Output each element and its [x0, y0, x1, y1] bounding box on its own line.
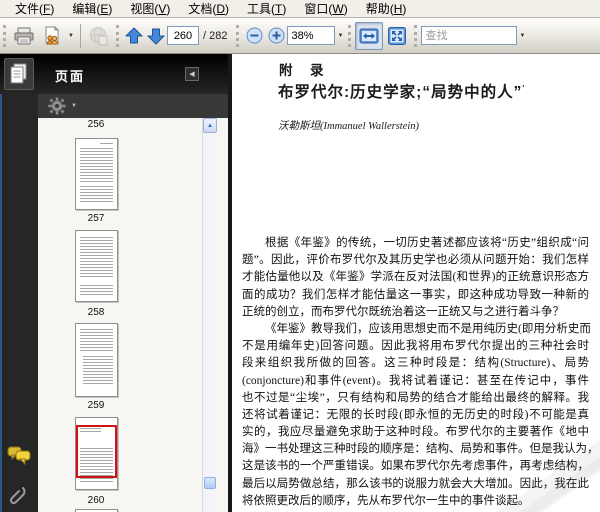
thumbnail-page-259[interactable]: [75, 323, 118, 397]
body-line: 正统的创立，而布罗代尔既统治着这一正统又与之进行着斗争？: [242, 305, 564, 318]
toolbar-grip[interactable]: [414, 24, 418, 47]
thumbnail-label-258: 258: [87, 307, 105, 318]
document-body-text: 根据《年鉴》的传统，一切历史著述都应该将“历史”组织成“问 题”。因此，评价布罗…: [242, 235, 599, 510]
pdf-reader-window: 文件(F) 编辑(E) 视图(V) 文档(D) 工具(T) 窗口(W) 帮助(H…: [0, 0, 600, 512]
toolbar-grip[interactable]: [348, 24, 352, 47]
page-total-label: / 282: [203, 29, 228, 42]
thumbnail-page-258[interactable]: [75, 230, 118, 302]
body-line: 根据《年鉴》的传统，一切历史著述都应该将“历史”组织成“问: [265, 237, 589, 249]
panel-collapse-button[interactable]: ◀: [185, 67, 199, 81]
menu-file[interactable]: 文件(F): [6, 0, 63, 19]
thumbnail-label-259: 259: [87, 400, 105, 411]
body-line: 《年鉴》教导我们，应该用思想史而不是用纯历史(即用分析史而: [265, 322, 591, 335]
thumbnail-label-256: 256: [87, 119, 105, 130]
menu-tools[interactable]: 工具(T): [238, 0, 295, 19]
body-line: 题”。因此，评价布罗代尔及其历史学也必须从问题开始：我们怎样: [242, 254, 589, 267]
document-author: 沃勒斯坦(Immanuel Wallerstein): [278, 121, 420, 132]
fit-width-button[interactable]: [355, 21, 384, 50]
attachments-panel-button[interactable]: [6, 484, 32, 512]
toolbar: ▼ 260 / 282 38% ▼ 查找 ▼: [0, 18, 600, 54]
body-line: 还将试着谨记：无限的长时段(即永恒的无历史的时段)不可能是真: [242, 408, 589, 421]
toolbar-grip[interactable]: [3, 24, 7, 47]
previous-page-button[interactable]: [123, 24, 145, 48]
body-line: 也不过是“尘埃”，只有结构和局势的结合才能给出最终的解释。我: [242, 391, 589, 404]
scrollbar-thumb[interactable]: [204, 477, 216, 489]
plus-circle-icon: [268, 27, 285, 44]
body-line: 不是用编年史)回答问题。因此我将用布罗代尔提出的三种社会时: [242, 340, 589, 353]
pages-panel-header: 页面 ◀: [0, 54, 228, 94]
menu-bar: 文件(F) 编辑(E) 视图(V) 文档(D) 工具(T) 窗口(W) 帮助(H…: [0, 0, 600, 18]
menu-view[interactable]: 视图(V): [121, 0, 179, 19]
thumbnail-options-row: ▼: [38, 94, 228, 118]
print-button[interactable]: [10, 22, 38, 50]
body-line: (conjoncture)和事件(event)。我将试着谨记：甚至在传记中，事件: [242, 374, 589, 387]
collaborate-icon: [42, 25, 62, 46]
collaborate-button[interactable]: [38, 22, 66, 50]
pages-icon: [9, 63, 29, 85]
document-title: 布罗代尔:历史学家;“局势中的人”': [278, 83, 526, 101]
menu-window[interactable]: 窗口(W): [295, 0, 356, 19]
options-dropdown-caret[interactable]: ▼: [69, 103, 79, 109]
toolbar-grip[interactable]: [116, 24, 120, 47]
online-services-button-disabled: [85, 22, 113, 50]
fit-width-icon: [359, 26, 379, 46]
fit-page-button[interactable]: [383, 22, 411, 50]
menu-document[interactable]: 文档(D): [179, 0, 238, 19]
document-page: 附 录 布罗代尔:历史学家;“局势中的人”' 沃勒斯坦(Immanuel Wal…: [232, 54, 600, 512]
visible-area-highlight: [76, 425, 117, 478]
up-arrow-icon: [125, 27, 143, 45]
zoom-in-button[interactable]: [265, 24, 287, 48]
zoom-out-button[interactable]: [243, 24, 265, 48]
thumbnail-label-260: 260: [87, 495, 105, 506]
scrollbar-up-button[interactable]: ▲: [203, 118, 217, 133]
thumbnail-page-257[interactable]: [75, 138, 118, 210]
menu-help[interactable]: 帮助(H): [357, 0, 416, 19]
footnote-mark: ': [522, 83, 526, 93]
page-number-input[interactable]: [167, 26, 199, 45]
find-input[interactable]: [421, 26, 518, 45]
paperclip-icon: [9, 484, 29, 512]
minus-circle-icon: [246, 27, 263, 44]
body-line: 才能估量他以及《年鉴》学派在反对法国(和世界)的正统意识形态方: [242, 271, 589, 284]
next-page-button[interactable]: [145, 24, 167, 48]
thumbnail-label-257: 257: [87, 213, 105, 224]
find-dropdown-caret[interactable]: ▼: [517, 33, 527, 39]
page-thumbnail-list: 256 257 258 259 260 ▲: [38, 118, 228, 512]
body-line: 实的，我应尽量避免求助于这种时段。布罗代尔的主要著作《地中: [242, 426, 589, 439]
body-line: 海》一书处理这三种时段的顺序是：结构、局势和事件。但是我认为，: [242, 443, 599, 456]
toolbar-grip[interactable]: [236, 24, 240, 47]
comments-icon: [7, 445, 31, 467]
body-line: 面的成功？我们怎样才能估量这一事实，即这种成功导致一种新的: [242, 288, 589, 301]
menu-edit[interactable]: 编辑(E): [63, 0, 121, 19]
thumbnail-scrollbar[interactable]: ▲: [202, 118, 217, 512]
toolbar-separator: [80, 23, 81, 48]
thumbnail-page-260-selected[interactable]: [75, 417, 118, 490]
gear-icon[interactable]: [48, 97, 66, 115]
body-line: 这是该书的一个严重错误。如果布罗代尔先考虑事件，再考虑结构，: [242, 460, 589, 473]
zoom-level-input[interactable]: [287, 26, 336, 45]
fit-page-icon: [387, 26, 407, 46]
down-arrow-icon: [147, 27, 165, 45]
zoom-dropdown-caret[interactable]: ▼: [335, 33, 345, 39]
document-section-heading: 附 录: [279, 63, 326, 78]
body-line: 段来组织我所做的回答。这三种时段是：结构(Structure)、局势: [242, 357, 589, 370]
comments-panel-button[interactable]: [6, 444, 32, 468]
pages-panel-button[interactable]: [4, 58, 34, 90]
rail-accent-edge: [0, 54, 2, 512]
printer-icon: [14, 27, 34, 45]
globe-document-icon: [89, 26, 109, 46]
pages-panel-title: 页面: [55, 69, 86, 84]
collaborate-dropdown-caret[interactable]: ▼: [66, 33, 76, 39]
